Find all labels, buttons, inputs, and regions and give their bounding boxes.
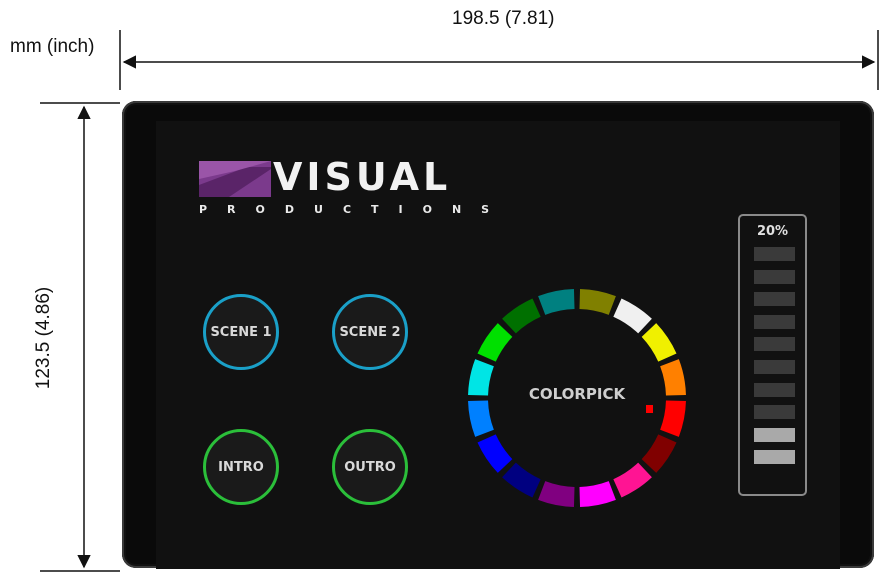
logo-wordmark: VISUAL bbox=[273, 155, 452, 199]
color-segment[interactable] bbox=[468, 400, 494, 437]
scene-1-button[interactable]: SCENE 1 bbox=[203, 294, 279, 370]
color-segment[interactable] bbox=[477, 434, 513, 473]
scene-2-button[interactable]: SCENE 2 bbox=[332, 294, 408, 370]
level-segment bbox=[754, 450, 795, 465]
color-segment[interactable] bbox=[579, 481, 616, 507]
color-segment[interactable] bbox=[641, 434, 677, 473]
color-segment[interactable] bbox=[502, 462, 541, 498]
level-segment bbox=[754, 427, 795, 442]
level-percent-label: 20% bbox=[756, 224, 789, 239]
color-segment[interactable] bbox=[477, 323, 513, 362]
color-segment[interactable] bbox=[660, 400, 686, 437]
intro-button[interactable]: INTRO bbox=[203, 429, 279, 505]
level-segment bbox=[754, 314, 795, 329]
colorpick-label: COLORPICK bbox=[528, 385, 626, 403]
outro-button[interactable]: OUTRO bbox=[332, 429, 408, 505]
color-segment[interactable] bbox=[538, 289, 575, 315]
width-dimension-label: 198.5 (7.81) bbox=[452, 8, 555, 29]
color-segment[interactable] bbox=[502, 298, 541, 334]
color-segment[interactable] bbox=[579, 289, 616, 315]
height-dimension-label: 123.5 (4.86) bbox=[33, 286, 54, 390]
level-segment bbox=[754, 382, 795, 397]
color-segment[interactable] bbox=[613, 298, 652, 334]
level-segment bbox=[754, 360, 795, 374]
logo-subtitle: PRODUCTIONS bbox=[199, 203, 510, 216]
level-segment bbox=[754, 292, 795, 307]
level-segment bbox=[754, 337, 795, 352]
level-segment bbox=[754, 405, 795, 420]
color-picker-indicator[interactable] bbox=[646, 405, 653, 413]
color-segment[interactable] bbox=[641, 323, 677, 362]
color-segment[interactable] bbox=[538, 481, 575, 507]
color-segment[interactable] bbox=[613, 462, 652, 498]
level-segment bbox=[754, 247, 795, 261]
level-segment bbox=[754, 269, 795, 284]
dimension-units-label: mm (inch) bbox=[10, 36, 95, 57]
